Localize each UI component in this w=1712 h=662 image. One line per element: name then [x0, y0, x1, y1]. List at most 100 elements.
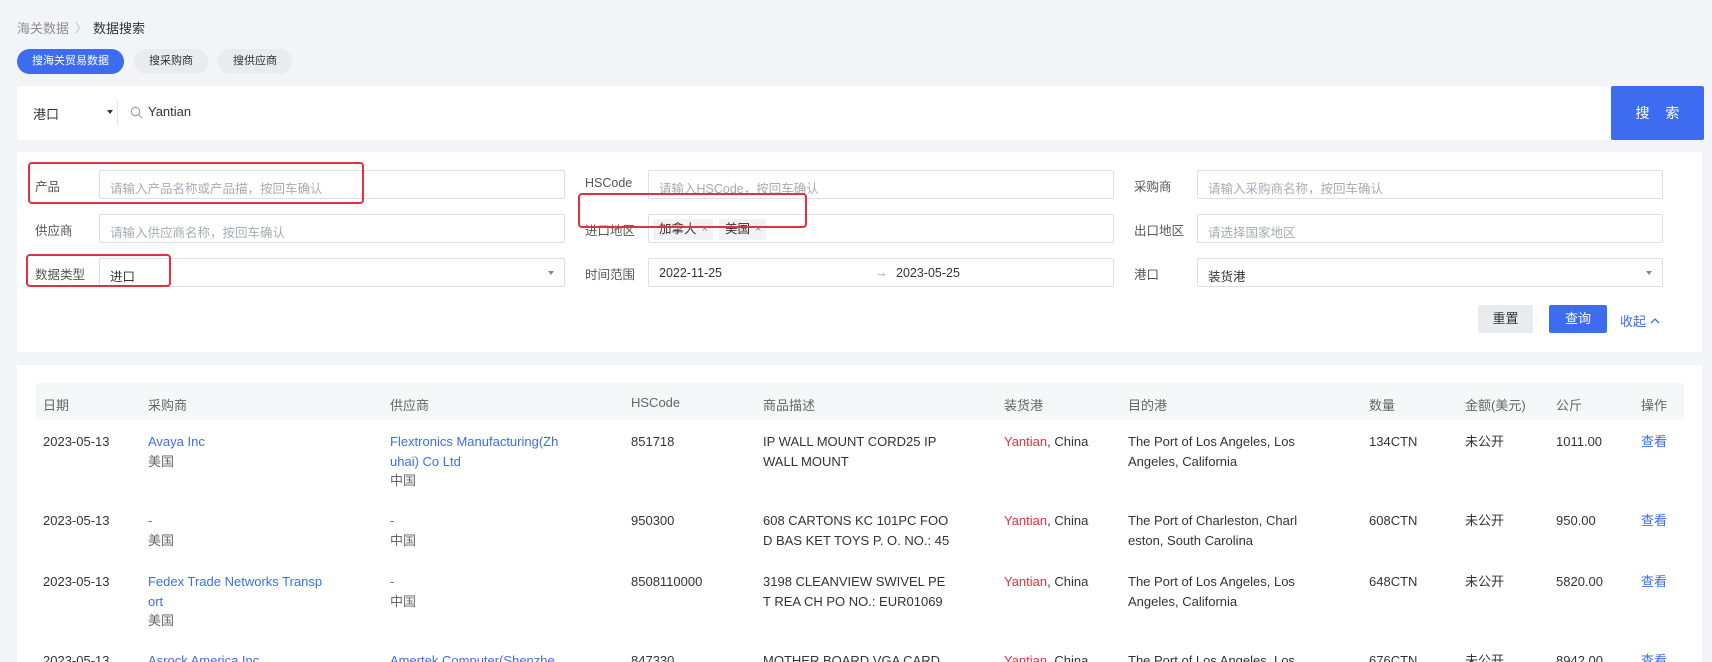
arrow-right-icon: → [875, 266, 888, 280]
col-loading-port: 装货港 [1004, 398, 1044, 413]
tab-buyers[interactable]: 搜采购商 [134, 49, 208, 74]
cell-supplier: - 中国 [390, 572, 416, 611]
results-table: 日期 采购商 供应商 HSCode 商品描述 装货港 目的港 数量 金额(美元)… [17, 365, 1702, 662]
chevron-down-icon[interactable] [107, 110, 113, 114]
buyer-link-cont[interactable]: ort [148, 592, 322, 612]
cell-description: 608 CARTONS KC 101PC FOO D BAS KET TOYS … [763, 511, 949, 550]
dest-line: The Port of Los Angeles, Los [1128, 434, 1295, 449]
loading-port-country: , China [1047, 574, 1089, 589]
export-region-select[interactable]: 请选择国家地区 [1197, 214, 1663, 243]
breadcrumb: 海关数据 〉 数据搜索 [17, 18, 145, 37]
desc-line: D BAS KET TOYS P. O. NO.: 45 [763, 532, 950, 548]
view-link[interactable]: 查看 [1641, 511, 1667, 531]
cell-hscode: 847330 [631, 653, 675, 662]
chevron-up-icon [1650, 318, 1660, 324]
cell-description: IP WALL MOUNT CORD25 IP WALL MOUNT [763, 432, 936, 471]
tab-trade-data[interactable]: 搜海关贸易数据 [17, 49, 124, 74]
loading-port-country: , China [1047, 434, 1089, 449]
collapse-button[interactable]: 收起 [1620, 311, 1660, 330]
desc-line: 608 CARTONS KC 101PC FOO [763, 513, 949, 528]
chevron-down-icon [548, 271, 554, 275]
export-region-placeholder: 请选择国家地区 [1208, 226, 1296, 240]
cell-kg: 950.00 [1556, 513, 1596, 528]
query-button[interactable]: 查询 [1549, 305, 1607, 333]
date-range-picker[interactable]: 2022-11-25 → 2023-05-25 [648, 258, 1114, 287]
desc-line: WALL MOUNT [763, 453, 849, 469]
col-kg: 公斤 [1556, 398, 1583, 413]
cell-loading-port: Yantian, China [1004, 572, 1088, 592]
supplier-country: 中国 [390, 532, 417, 548]
date-end[interactable]: 2023-05-25 [896, 266, 960, 280]
col-destination-port: 目的港 [1128, 398, 1168, 413]
col-date: 日期 [43, 398, 70, 413]
divider [117, 100, 118, 126]
supplier-country: 中国 [390, 473, 417, 488]
dest-line: The Port of Charleston, Charl [1128, 513, 1298, 528]
buyer-label: 采购商 [1134, 180, 1172, 194]
date-range-label: 时间范围 [585, 268, 636, 282]
cell-loading-port: Yantian, China [1004, 432, 1088, 452]
highlight-box-product [28, 162, 364, 204]
cell-quantity: 608CTN [1369, 513, 1418, 528]
supplier-label: 供应商 [35, 224, 73, 238]
search-type-select[interactable]: 港口 [33, 104, 59, 123]
cell-quantity: 134CTN [1369, 434, 1418, 449]
buyer-country: 美国 [148, 532, 175, 548]
tab-suppliers[interactable]: 搜供应商 [218, 49, 292, 74]
buyer-input[interactable]: 请输入采购商名称，按回车确认 [1197, 170, 1663, 199]
loading-port-name: Yantian [1004, 434, 1048, 449]
loading-port-name: Yantian [1004, 513, 1048, 528]
cell-description: MOTHER BOARD VGA CARD [763, 653, 940, 662]
view-link[interactable]: 查看 [1641, 651, 1667, 662]
highlight-box-data-type [26, 254, 171, 287]
search-button[interactable]: 搜 索 [1611, 86, 1704, 140]
supplier-link[interactable]: Amertek Computer(Shenzhe [390, 651, 555, 662]
port-select[interactable]: 装货港 [1197, 258, 1663, 287]
dest-line: The Port of Los Angeles, Los [1128, 574, 1295, 589]
cell-date: 2023-05-13 [43, 434, 110, 449]
view-link[interactable]: 查看 [1641, 432, 1667, 452]
breadcrumb-separator: 〉 [75, 21, 88, 35]
highlight-box-import-region [578, 193, 807, 228]
col-quantity: 数量 [1369, 398, 1396, 413]
buyer-country: 美国 [148, 613, 175, 628]
buyer-link[interactable]: Avaya Inc [148, 432, 205, 452]
view-link[interactable]: 查看 [1641, 572, 1667, 592]
cell-buyer: Avaya Inc 美国 [148, 432, 205, 471]
buyer-link[interactable]: Asrock America Inc [148, 651, 259, 662]
loading-port-name: Yantian [1004, 574, 1048, 589]
reset-button[interactable]: 重置 [1478, 305, 1533, 333]
search-input[interactable]: Yantian [148, 104, 191, 119]
date-start[interactable]: 2022-11-25 [659, 266, 722, 280]
desc-line: T REA CH PO NO.: EUR01069 [763, 593, 943, 609]
filter-panel: 产品 请输入产品名称或产品描，按回车确认 HSCode 请输入HSCode，按回… [17, 152, 1702, 352]
dest-line: eston, South Carolina [1128, 532, 1254, 548]
col-hscode: HSCode [631, 395, 681, 410]
cell-hscode: 950300 [631, 513, 675, 528]
supplier-link-cont[interactable]: uhai) Co Ltd [390, 452, 558, 472]
supplier-input[interactable]: 请输入供应商名称，按回车确认 [99, 214, 565, 243]
cell-date: 2023-05-13 [43, 574, 110, 589]
loading-port-country: , China [1047, 653, 1089, 662]
cell-hscode: 8508110000 [631, 574, 703, 589]
buyer-country: 美国 [148, 453, 175, 469]
search-tabs: 搜海关贸易数据 搜采购商 搜供应商 [17, 49, 292, 74]
cell-buyer: Fedex Trade Networks Transp ort 美国 [148, 572, 322, 631]
cell-destination-port: The Port of Charleston, Charl eston, Sou… [1128, 511, 1297, 550]
cell-hscode: 851718 [631, 434, 675, 449]
supplier-country: 中国 [390, 593, 417, 609]
supplier-name: - [390, 574, 395, 589]
cell-destination-port: The Port of Los Angeles, Los Angeles, Ca… [1128, 572, 1295, 611]
desc-line: IP WALL MOUNT CORD25 IP [763, 434, 937, 449]
supplier-placeholder: 请输入供应商名称，按回车确认 [110, 226, 286, 240]
col-description: 商品描述 [763, 398, 816, 413]
cell-amount: 未公开 [1465, 653, 1505, 662]
port-value: 装货港 [1208, 270, 1246, 284]
cell-amount: 未公开 [1465, 513, 1505, 528]
loading-port-country: , China [1047, 513, 1089, 528]
breadcrumb-item-customs[interactable]: 海关数据 [17, 18, 69, 37]
desc-line: 3198 CLEANVIEW SWIVEL PE [763, 574, 946, 589]
buyer-link[interactable]: Fedex Trade Networks Transp [148, 572, 322, 592]
supplier-link[interactable]: Flextronics Manufacturing(Zh [390, 432, 558, 452]
breadcrumb-item-search: 数据搜索 [93, 21, 146, 36]
